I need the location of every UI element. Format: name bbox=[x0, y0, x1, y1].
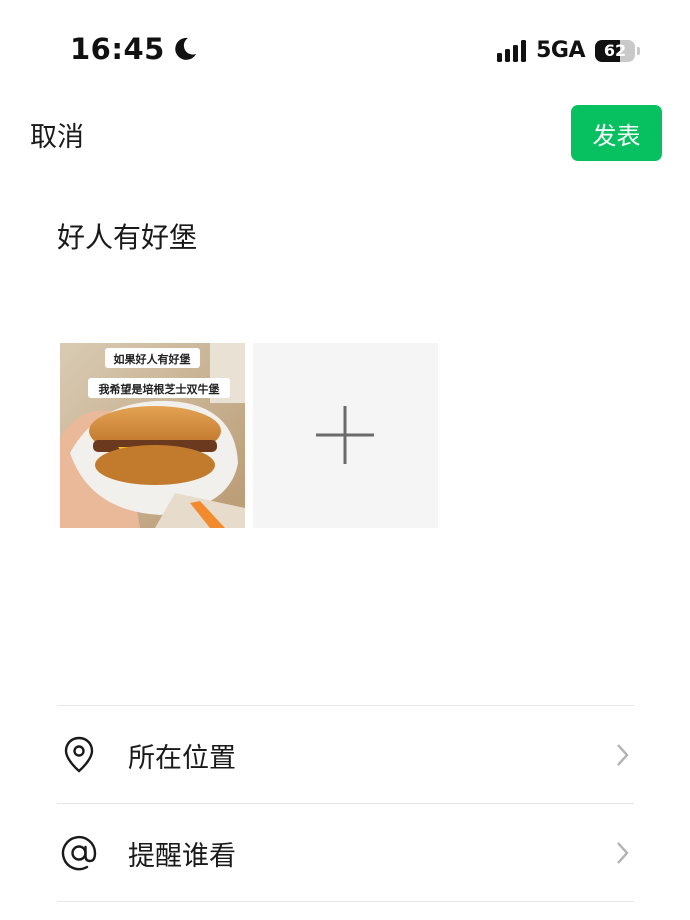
location-row[interactable]: 所在位置 bbox=[57, 706, 634, 804]
network-type: 5GA bbox=[536, 38, 585, 63]
post-text[interactable]: 好人有好堡 bbox=[57, 216, 197, 256]
mention-label: 提醒谁看 bbox=[128, 840, 236, 872]
cancel-button[interactable]: 取消 bbox=[30, 115, 84, 154]
location-pin-icon bbox=[64, 736, 94, 773]
location-label: 所在位置 bbox=[128, 742, 236, 774]
caption-line-1: 如果好人有好堡 bbox=[114, 352, 191, 366]
moon-icon bbox=[175, 37, 196, 60]
chevron-right-icon bbox=[617, 842, 629, 864]
caption-line-2: 我希望是培根芝士双牛堡 bbox=[99, 382, 220, 396]
publish-button[interactable]: 发表 bbox=[571, 105, 662, 161]
mention-row[interactable]: 提醒谁看 bbox=[57, 804, 634, 902]
battery-level: 62 bbox=[603, 41, 627, 60]
burger-photo: 如果好人有好堡 我希望是培根芝士双牛堡 bbox=[60, 343, 245, 528]
at-sign-icon bbox=[61, 835, 97, 871]
status-time: 16:45 bbox=[70, 32, 199, 66]
image-thumbnail[interactable]: 如果好人有好堡 我希望是培根芝士双牛堡 bbox=[60, 343, 245, 528]
battery-icon: 62 bbox=[595, 39, 635, 62]
chevron-right-icon bbox=[617, 744, 629, 766]
clock-text: 16:45 bbox=[70, 32, 165, 66]
status-indicators: 5GA 62 bbox=[497, 38, 640, 63]
divider bbox=[57, 901, 634, 902]
signal-icon bbox=[497, 39, 527, 62]
plus-icon bbox=[316, 406, 374, 464]
add-image-button[interactable] bbox=[253, 343, 438, 528]
